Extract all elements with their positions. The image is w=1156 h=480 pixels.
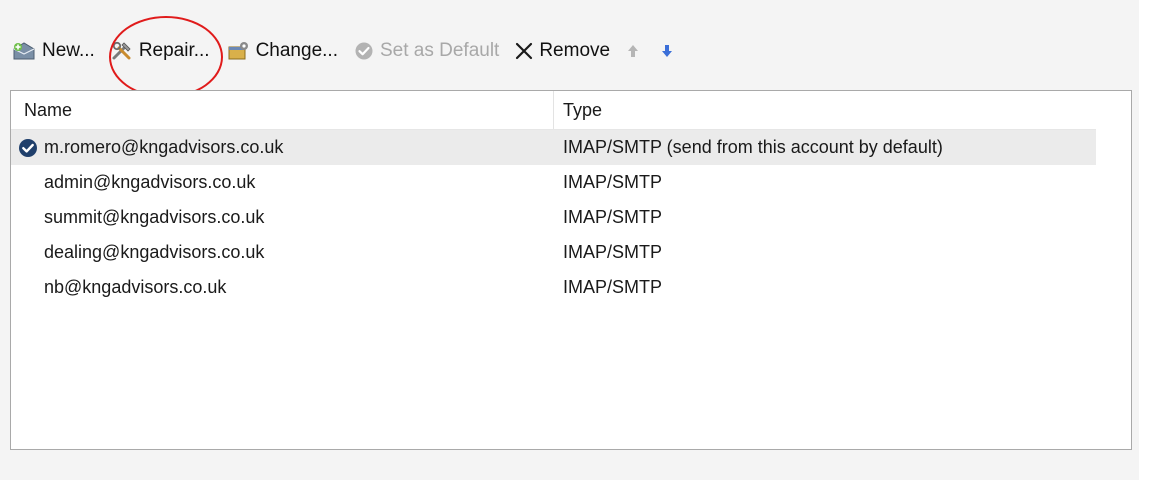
move-down-button[interactable]: [660, 43, 674, 59]
set-as-default-label: Set as Default: [379, 40, 500, 61]
arrow-up-icon: [626, 43, 640, 59]
right-edge: [1139, 0, 1156, 480]
account-type: IMAP/SMTP: [563, 207, 663, 227]
remove-label: Remove: [539, 40, 611, 61]
account-type: IMAP/SMTP (send from this account by def…: [563, 137, 943, 157]
account-type: IMAP/SMTP: [563, 242, 663, 262]
change-label: Change...: [255, 40, 338, 61]
column-header-type[interactable]: Type: [563, 100, 602, 121]
arrow-down-icon: [660, 43, 674, 59]
account-type: IMAP/SMTP: [563, 277, 663, 297]
change-settings-icon: [226, 41, 250, 61]
account-name: summit@kngadvisors.co.uk: [44, 207, 265, 227]
check-circle-icon: [354, 41, 374, 61]
column-header-name[interactable]: Name: [24, 100, 72, 121]
repair-label: Repair...: [138, 40, 210, 61]
x-icon: [515, 42, 533, 60]
account-name: m.romero@kngadvisors.co.uk: [44, 137, 284, 157]
new-account-icon: [12, 41, 36, 61]
new-label: New...: [42, 40, 95, 61]
set-as-default-button[interactable]: Set as Default: [354, 40, 499, 62]
toolbar: New... Repair... Change... Set as Defaul…: [12, 34, 694, 68]
account-row[interactable]: summit@kngadvisors.co.uk IMAP/SMTP: [11, 200, 1096, 235]
account-row[interactable]: admin@kngadvisors.co.uk IMAP/SMTP: [11, 165, 1096, 200]
default-account-check-icon: [18, 138, 38, 163]
repair-tools-icon: [111, 41, 133, 61]
account-row[interactable]: m.romero@kngadvisors.co.uk IMAP/SMTP (se…: [11, 130, 1096, 165]
account-row[interactable]: dealing@kngadvisors.co.uk IMAP/SMTP: [11, 235, 1096, 270]
new-button[interactable]: New...: [12, 40, 95, 62]
account-name: nb@kngadvisors.co.uk: [44, 277, 227, 297]
list-header: Name Type: [11, 91, 1096, 130]
repair-button[interactable]: Repair...: [111, 40, 210, 62]
change-button[interactable]: Change...: [226, 40, 338, 62]
column-divider[interactable]: [553, 91, 554, 129]
account-name: admin@kngadvisors.co.uk: [44, 172, 256, 192]
account-row[interactable]: nb@kngadvisors.co.uk IMAP/SMTP: [11, 270, 1096, 305]
account-name: dealing@kngadvisors.co.uk: [44, 242, 265, 262]
remove-button[interactable]: Remove: [515, 40, 610, 62]
account-type: IMAP/SMTP: [563, 172, 663, 192]
move-up-button[interactable]: [626, 43, 640, 59]
account-list[interactable]: Name Type m.romero@kngadvisors.co.uk IMA…: [10, 90, 1132, 450]
